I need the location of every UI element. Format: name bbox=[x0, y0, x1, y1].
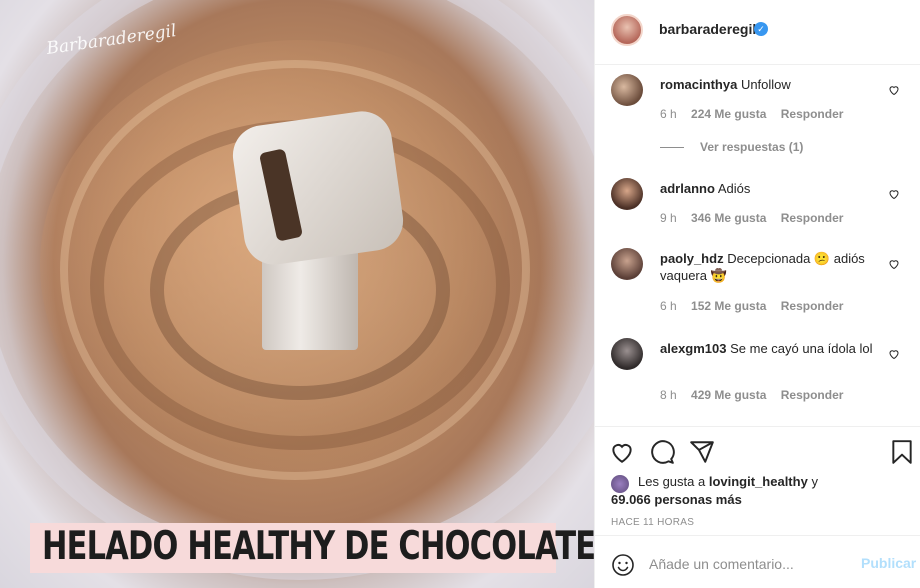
comment-likes[interactable]: 152 Me gusta bbox=[691, 299, 766, 313]
reply-button[interactable]: Responder bbox=[781, 299, 844, 313]
likes-suffix: y bbox=[811, 474, 818, 489]
avatar[interactable] bbox=[611, 338, 643, 370]
heart-icon[interactable] bbox=[888, 258, 900, 270]
comment-body: Unfollow bbox=[740, 77, 791, 92]
likes-text: Les gusta a lovingit_healthy y bbox=[638, 473, 898, 491]
comment-time[interactable]: 8 h bbox=[660, 388, 677, 402]
comment-meta: 6 h 152 Me gusta Responder bbox=[660, 299, 854, 313]
comment-body: Adiós bbox=[717, 181, 751, 196]
comment-meta: 6 h 224 Me gusta Responder bbox=[660, 107, 854, 121]
reply-button[interactable]: Responder bbox=[781, 388, 844, 402]
add-comment-row: Publicar bbox=[595, 535, 920, 588]
comment-input[interactable] bbox=[649, 553, 849, 575]
likes-others-count[interactable]: 69.066 personas más bbox=[611, 491, 742, 509]
view-replies-button[interactable]: Ver respuestas (1) bbox=[660, 140, 803, 154]
heart-icon[interactable] bbox=[609, 439, 635, 465]
bookmark-icon[interactable] bbox=[889, 439, 915, 465]
comment-list[interactable]: romacinthya Unfollow 6 h 224 Me gusta Re… bbox=[595, 66, 920, 426]
comment-time[interactable]: 6 h bbox=[660, 107, 677, 121]
comment-time[interactable]: 9 h bbox=[660, 211, 677, 225]
avatar[interactable] bbox=[611, 74, 643, 106]
comment-username[interactable]: paoly_hdz bbox=[660, 251, 724, 266]
post-side-panel: barbaraderegil ✓ romacinthya Unfollow 6 … bbox=[594, 0, 920, 588]
emoji-icon[interactable] bbox=[611, 553, 635, 577]
heart-icon[interactable] bbox=[888, 188, 900, 200]
verified-badge-icon: ✓ bbox=[754, 22, 768, 36]
author-username[interactable]: barbaraderegil bbox=[659, 21, 756, 37]
caption-overlay-text: HELADO HEALTHY DE CHOCOLATE bbox=[42, 524, 594, 569]
comment-meta: 9 h 346 Me gusta Responder bbox=[660, 211, 854, 225]
post-header: barbaraderegil ✓ bbox=[595, 0, 920, 65]
comment-username[interactable]: alexgm103 bbox=[660, 341, 727, 356]
blender-blade-cap bbox=[229, 107, 407, 269]
post-timestamp[interactable]: HACE 11 HORAS bbox=[611, 517, 694, 528]
reply-button[interactable]: Responder bbox=[781, 107, 844, 121]
comment-text: paoly_hdz Decepcionada 😕 adiós vaquera 🤠 bbox=[660, 250, 882, 284]
comment-username[interactable]: adrlanno bbox=[660, 181, 715, 196]
comment-likes[interactable]: 429 Me gusta bbox=[691, 388, 766, 402]
comment-likes[interactable]: 346 Me gusta bbox=[691, 211, 766, 225]
post-actions: Les gusta a lovingit_healthy y 69.066 pe… bbox=[595, 426, 920, 588]
comment-text: romacinthya Unfollow bbox=[660, 76, 882, 93]
share-icon[interactable] bbox=[689, 439, 715, 465]
comment-text: adrlanno Adiós bbox=[660, 180, 882, 197]
avatar[interactable] bbox=[611, 178, 643, 210]
comment-username[interactable]: romacinthya bbox=[660, 77, 737, 92]
divider bbox=[660, 147, 684, 149]
heart-icon[interactable] bbox=[888, 348, 900, 360]
comment-meta: 8 h 429 Me gusta Responder bbox=[660, 388, 854, 402]
heart-icon[interactable] bbox=[888, 84, 900, 96]
comment-time[interactable]: 6 h bbox=[660, 299, 677, 313]
avatar[interactable] bbox=[611, 248, 643, 280]
comment-body: Se me cayó una ídola lol bbox=[730, 341, 873, 356]
comment-icon[interactable] bbox=[649, 439, 675, 465]
liker-username[interactable]: lovingit_healthy bbox=[709, 474, 808, 489]
likes-prefix: Les gusta a bbox=[638, 474, 706, 489]
post-image[interactable]: Barbaraderegil HELADO HEALTHY DE CHOCOLA… bbox=[0, 0, 594, 588]
comment-text: alexgm103 Se me cayó una ídola lol bbox=[660, 340, 882, 357]
comment-likes[interactable]: 224 Me gusta bbox=[691, 107, 766, 121]
avatar[interactable] bbox=[611, 14, 643, 46]
view-replies-label: Ver respuestas (1) bbox=[700, 140, 804, 154]
reply-button[interactable]: Responder bbox=[781, 211, 844, 225]
publish-button[interactable]: Publicar bbox=[861, 555, 916, 571]
